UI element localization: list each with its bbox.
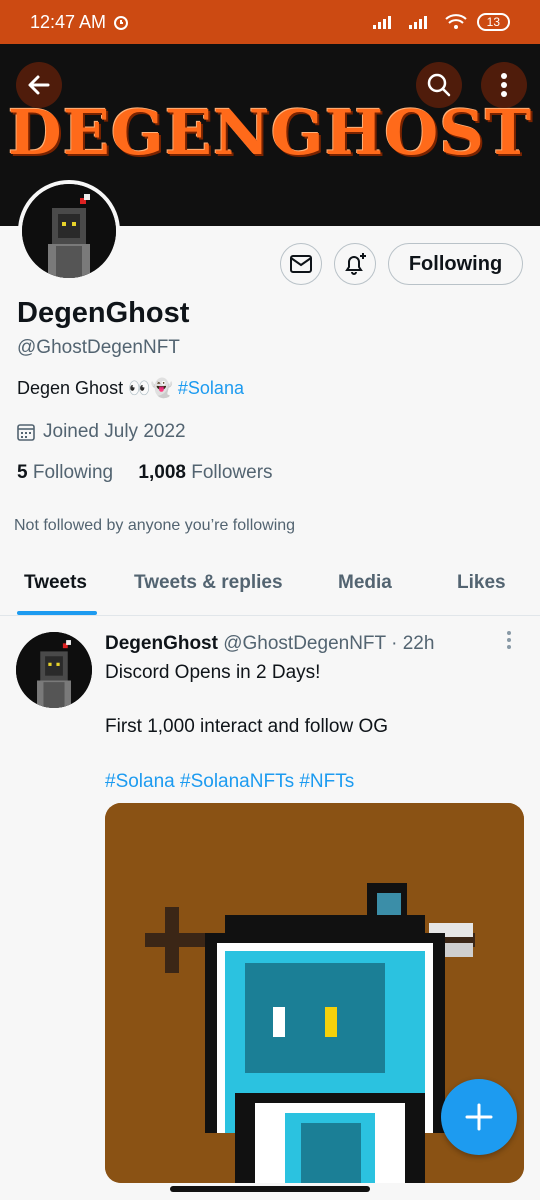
bio-hashtag-link[interactable]: #Solana — [178, 378, 244, 398]
tweet-text-line-2: First 1,000 interact and follow OG — [105, 716, 389, 737]
back-arrow-icon — [28, 75, 50, 95]
alarm-icon — [114, 16, 129, 30]
search-icon — [427, 73, 451, 97]
following-label: Following — [32, 462, 114, 483]
status-icons: 13 — [372, 13, 510, 31]
profile-tabs: Tweets Tweets & replies Media Likes — [0, 556, 540, 616]
profile-bio: Degen Ghost 👀👻 #Solana — [17, 378, 244, 399]
followers-count: 1,008 — [138, 462, 186, 483]
status-bar: 12:47 AM 13 — [0, 0, 540, 44]
tweet-author-handle[interactable]: @GhostDegenNFT — [223, 633, 386, 654]
notifications-button[interactable] — [334, 243, 376, 285]
back-button[interactable] — [16, 62, 62, 108]
tweet-header: DegenGhost @GhostDegenNFT · 22h — [105, 633, 434, 655]
following-count: 5 — [17, 462, 28, 483]
calendar-icon — [17, 424, 35, 441]
tweet-time[interactable]: 22h — [403, 633, 435, 654]
profile-handle: @GhostDegenNFT — [17, 337, 180, 358]
bio-text: Degen Ghost 👀👻 — [17, 378, 178, 398]
followers-label: Followers — [191, 462, 273, 483]
more-options-button[interactable] — [481, 62, 527, 108]
message-button[interactable] — [280, 243, 322, 285]
tweet-author-avatar[interactable] — [16, 632, 92, 708]
banner-title: DEGENGHOST — [7, 96, 533, 169]
envelope-icon — [290, 255, 312, 273]
joined-date: Joined July 2022 — [17, 421, 186, 443]
ghost-avatar-image-small — [16, 632, 92, 708]
active-tab-indicator — [17, 611, 97, 615]
following-stat-link[interactable]: 5 Following — [17, 462, 113, 483]
bell-plus-icon — [345, 253, 366, 275]
status-time: 12:47 AM — [30, 11, 107, 32]
profile-display-name: DegenGhost — [17, 297, 190, 329]
tab-likes[interactable]: Likes — [457, 572, 506, 594]
wifi-icon — [444, 14, 467, 29]
search-button[interactable] — [416, 62, 462, 108]
joined-text: Joined July 2022 — [43, 421, 186, 442]
ghost-avatar-image — [22, 184, 116, 278]
tweet-hashtags[interactable]: #Solana #SolanaNFTs #NFTs — [105, 771, 354, 793]
compose-tweet-button[interactable] — [441, 1079, 517, 1155]
tweet-separator: · — [391, 633, 398, 654]
signal-icon-2 — [408, 16, 427, 29]
tab-tweets[interactable]: Tweets — [24, 572, 87, 594]
tweet-text-line-1: Discord Opens in 2 Days! — [105, 662, 321, 683]
signal-icon — [372, 16, 391, 29]
home-indicator[interactable] — [170, 1186, 370, 1192]
battery-indicator: 13 — [476, 13, 510, 31]
more-vertical-icon — [507, 631, 511, 649]
followers-stat-link[interactable]: 1,008 Followers — [138, 462, 272, 483]
tab-tweets-replies[interactable]: Tweets & replies — [134, 572, 283, 594]
tab-media[interactable]: Media — [338, 572, 392, 594]
status-time-group: 12:47 AM — [30, 12, 130, 33]
more-vertical-icon — [501, 73, 507, 97]
tweet-more-button[interactable] — [506, 630, 512, 656]
follow-stats: 5 Following 1,008 Followers — [17, 462, 273, 484]
profile-avatar[interactable] — [18, 180, 120, 282]
not-followed-notice: Not followed by anyone you’re following — [14, 517, 296, 534]
tweet-author-name[interactable]: DegenGhost — [105, 633, 218, 654]
plus-icon — [465, 1103, 493, 1131]
following-button[interactable]: Following — [388, 243, 523, 285]
